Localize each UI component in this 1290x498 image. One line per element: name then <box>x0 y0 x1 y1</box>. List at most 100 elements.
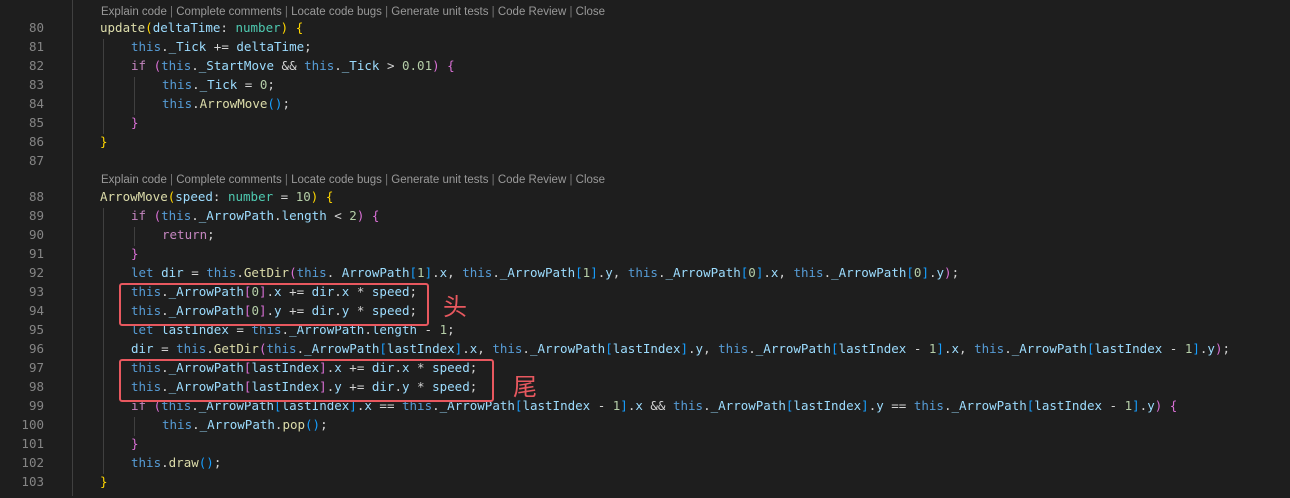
code-token: dir <box>131 341 154 356</box>
codelens-separator: | <box>566 174 576 186</box>
code-text[interactable]: this._ArrowPath.pop(); <box>162 417 328 432</box>
code-token: , <box>612 265 628 280</box>
line-number: 95 <box>28 322 44 337</box>
code-token: && <box>274 58 305 73</box>
head-highlight-box <box>119 283 429 326</box>
line-number: 81 <box>28 39 44 54</box>
code-text[interactable]: } <box>131 436 139 451</box>
code-token: length <box>281 208 327 223</box>
code-text[interactable]: } <box>100 134 108 149</box>
codelens-locate-code-bugs-link[interactable]: Locate code bugs <box>291 174 382 186</box>
code-token: [ <box>1086 341 1095 356</box>
codelens-complete-comments-link[interactable]: Complete comments <box>176 6 281 18</box>
codelens-bar: Explain code | Complete comments | Locat… <box>101 6 605 18</box>
indent-guide <box>134 77 135 115</box>
codelens-separator: | <box>281 6 292 18</box>
codelens-close-link[interactable]: Close <box>576 174 605 186</box>
code-text[interactable]: } <box>100 474 108 489</box>
code-token: this <box>162 417 193 432</box>
code-token: , <box>447 265 463 280</box>
code-token: { <box>295 20 304 35</box>
code-text[interactable]: update(deltaTime: number) { <box>100 20 303 35</box>
codelens-code-review-link[interactable]: Code Review <box>498 6 566 18</box>
code-text[interactable]: if (this._ArrowPath.length < 2) { <box>131 208 379 223</box>
code-text[interactable]: this.ArrowMove(); <box>162 96 290 111</box>
code-token: . <box>206 341 214 356</box>
head-annotation: 头 <box>443 293 467 321</box>
code-text[interactable]: this._Tick = 0; <box>162 77 275 92</box>
code-text[interactable]: if (this._StartMove && this._Tick > 0.01… <box>131 58 455 73</box>
code-token: deltaTime <box>236 39 305 54</box>
code-token: _Tick <box>199 77 238 92</box>
code-text[interactable]: return; <box>162 227 215 242</box>
code-editor[interactable]: Explain code | Complete comments | Locat… <box>0 0 1290 498</box>
code-token: this <box>176 341 207 356</box>
code-token: - <box>1162 341 1185 356</box>
code-token: . <box>928 265 937 280</box>
codelens-bar: Explain code | Complete comments | Locat… <box>101 174 605 186</box>
code-token: update <box>100 20 146 35</box>
code-token: _ArrowPath <box>304 341 380 356</box>
code-token: y <box>1207 341 1215 356</box>
code-token: this <box>718 341 749 356</box>
codelens-generate-unit-tests-link[interactable]: Generate unit tests <box>391 6 488 18</box>
codelens-code-review-link[interactable]: Code Review <box>498 174 566 186</box>
code-token: [ <box>575 265 583 280</box>
code-text[interactable]: this.draw(); <box>131 455 221 470</box>
code-token: _ArrowPath <box>831 265 907 280</box>
code-token: ( <box>289 265 297 280</box>
code-token: ] <box>861 398 869 413</box>
indent-guide <box>134 227 135 246</box>
code-text[interactable]: dir = this.GetDir(this._ArrowPath[lastIn… <box>131 341 1230 356</box>
code-token: . <box>1004 341 1012 356</box>
code-text[interactable]: this._Tick += deltaTime; <box>131 39 312 54</box>
code-token: ArrowPath <box>341 265 410 280</box>
code-token: . <box>688 341 696 356</box>
code-text[interactable]: ArrowMove(speed: number = 10) { <box>100 189 333 204</box>
line-number: 96 <box>28 341 44 356</box>
code-token: ) <box>310 189 326 204</box>
code-token: this <box>131 455 162 470</box>
code-token: draw <box>168 455 199 470</box>
line-number: 94 <box>28 303 44 318</box>
code-token: ArrowMove <box>100 189 168 204</box>
code-token: [ <box>409 265 418 280</box>
line-number: 102 <box>21 455 44 470</box>
code-token: dir <box>161 265 184 280</box>
code-token: ] <box>1132 398 1140 413</box>
codelens-explain-code-link[interactable]: Explain code <box>101 174 167 186</box>
line-number: 82 <box>28 58 44 73</box>
codelens-complete-comments-link[interactable]: Complete comments <box>176 174 281 186</box>
code-token: _ArrowPath <box>665 265 741 280</box>
codelens-separator: | <box>166 6 177 18</box>
code-token: y <box>876 398 884 413</box>
code-token: 1 <box>417 265 425 280</box>
code-token: GetDir <box>213 341 259 356</box>
code-token: , <box>959 341 975 356</box>
code-text[interactable]: } <box>131 115 139 130</box>
code-token: _Tick <box>168 39 207 54</box>
codelens-close-link[interactable]: Close <box>576 6 605 18</box>
code-token: == <box>883 398 914 413</box>
code-token: = <box>183 265 207 280</box>
code-token: = <box>237 77 260 92</box>
code-token: - <box>906 341 929 356</box>
code-text[interactable]: } <box>131 246 139 261</box>
code-token: return <box>162 227 208 242</box>
code-token: () <box>267 96 283 111</box>
code-token: ; <box>320 417 328 432</box>
code-text[interactable]: let dir = this.GetDir(this. ArrowPath[1]… <box>131 265 959 280</box>
code-token: . <box>522 341 530 356</box>
code-token: lastIndex <box>1034 398 1103 413</box>
line-number: 84 <box>28 96 44 111</box>
code-token: . <box>334 58 342 73</box>
code-token: _ArrowPath <box>198 208 275 223</box>
indent-guide <box>103 39 104 134</box>
codelens-locate-code-bugs-link[interactable]: Locate code bugs <box>291 6 382 18</box>
codelens-explain-code-link[interactable]: Explain code <box>101 6 167 18</box>
code-token: && <box>642 398 673 413</box>
codelens-generate-unit-tests-link[interactable]: Generate unit tests <box>391 174 488 186</box>
line-number: 87 <box>28 153 44 168</box>
code-token: () <box>198 455 214 470</box>
